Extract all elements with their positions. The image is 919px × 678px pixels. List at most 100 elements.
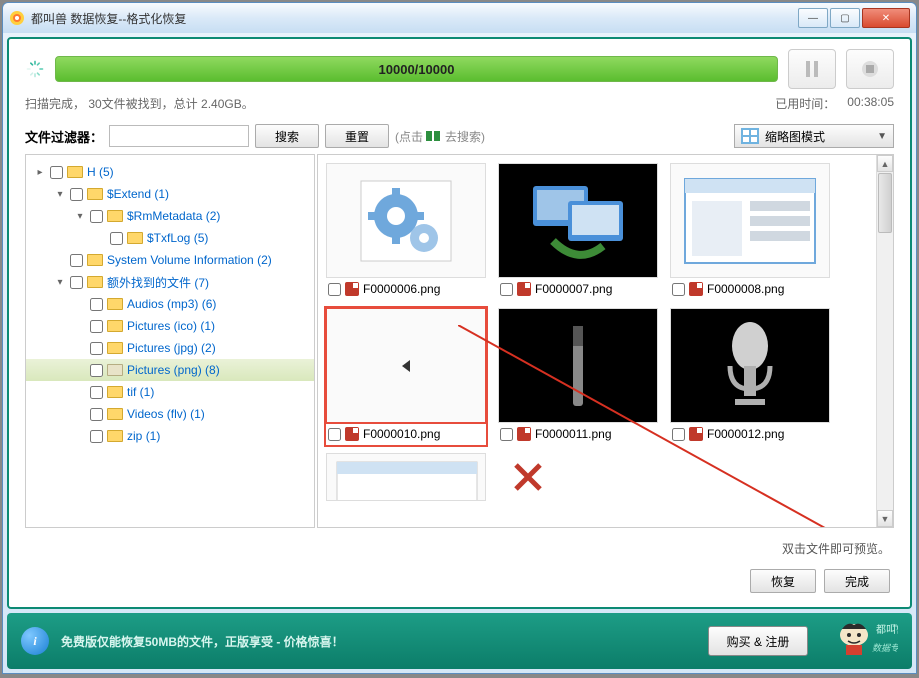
buy-register-button[interactable]: 购买 & 注册	[708, 626, 808, 656]
info-icon: i	[21, 627, 49, 655]
thumbnail-item-partial[interactable]	[326, 453, 486, 501]
tree-item[interactable]: Pictures (ico) (1)	[26, 315, 314, 337]
thumbnail-item[interactable]: F0000007.png	[498, 163, 658, 300]
footer-text: 免费版仅能恢复50MB的文件，正版享受 - 价格惊喜！	[61, 633, 344, 650]
tree-label: $TxfLog (5)	[147, 231, 208, 245]
tree-checkbox[interactable]	[90, 430, 103, 443]
done-button[interactable]: 完成	[824, 569, 890, 593]
folder-tree[interactable]: ▸H (5)▾$Extend (1)▾$RmMetadata (2) $TxfLo…	[25, 154, 315, 528]
tree-label: Pictures (jpg) (2)	[127, 341, 216, 355]
scan-status-text: 扫描完成， 30文件被找到，总计 2.40GB。	[25, 95, 254, 112]
thumbnail-item[interactable]: F0000012.png	[670, 308, 830, 445]
tree-item[interactable]: ▾$RmMetadata (2)	[26, 205, 314, 227]
folder-icon	[107, 364, 123, 376]
tree-checkbox[interactable]	[90, 364, 103, 377]
tree-checkbox[interactable]	[70, 188, 83, 201]
spinner-icon	[25, 59, 45, 79]
thumbnail-preview[interactable]	[498, 308, 658, 423]
thumbnail-item[interactable]: F0000008.png	[670, 163, 830, 300]
folder-icon	[107, 210, 123, 222]
thumbnail-preview[interactable]	[670, 163, 830, 278]
elapsed-label: 已用时间：	[775, 95, 835, 112]
folder-icon	[127, 232, 143, 244]
tree-item[interactable]: Videos (flv) (1)	[26, 403, 314, 425]
progress-bar: 10000/10000	[55, 56, 778, 82]
tree-checkbox[interactable]	[70, 254, 83, 267]
view-mode-dropdown[interactable]: 缩略图模式 ▼	[734, 124, 894, 148]
reset-button[interactable]: 重置	[325, 124, 389, 148]
main-area: ▸H (5)▾$Extend (1)▾$RmMetadata (2) $TxfLo…	[25, 154, 894, 528]
tree-checkbox[interactable]	[50, 166, 63, 179]
scroll-up-button[interactable]: ▲	[877, 155, 893, 172]
tree-checkbox[interactable]	[90, 210, 103, 223]
search-button[interactable]: 搜索	[255, 124, 319, 148]
tree-item[interactable]: $TxfLog (5)	[26, 227, 314, 249]
thumbnail-preview[interactable]	[326, 163, 486, 278]
tree-item[interactable]: Pictures (png) (8)	[26, 359, 314, 381]
tree-item[interactable]: tif (1)	[26, 381, 314, 403]
pause-button[interactable]	[788, 49, 836, 89]
thumbnail-preview[interactable]	[670, 308, 830, 423]
recover-button[interactable]: 恢复	[750, 569, 816, 593]
search-hint: (点击 去搜索)	[395, 128, 485, 145]
tree-checkbox[interactable]	[90, 298, 103, 311]
thumbnail-checkbox[interactable]	[500, 428, 513, 441]
tree-checkbox[interactable]	[70, 276, 83, 289]
thumbnail-label-row: F0000011.png	[498, 423, 658, 445]
scrollbar[interactable]: ▲ ▼	[876, 155, 893, 527]
close-button[interactable]: ✕	[862, 8, 910, 28]
minimize-button[interactable]: —	[798, 8, 828, 28]
expand-toggle[interactable]: ▾	[54, 277, 66, 288]
tree-checkbox[interactable]	[90, 386, 103, 399]
tree-label: 额外找到的文件 (7)	[107, 274, 209, 291]
brand-mascot: 都叫兽 ™ 数据专家	[828, 619, 898, 663]
maximize-button[interactable]: ▢	[830, 8, 860, 28]
file-icon	[517, 282, 531, 296]
expand-toggle[interactable]: ▸	[34, 167, 46, 178]
tree-item[interactable]: System Volume Information (2)	[26, 249, 314, 271]
thumbnail-filename: F0000006.png	[363, 282, 440, 296]
thumbnail-checkbox[interactable]	[672, 428, 685, 441]
scroll-down-button[interactable]: ▼	[877, 510, 893, 527]
thumbnail-item[interactable]: F0000006.png	[326, 163, 486, 300]
tree-label: Pictures (png) (8)	[127, 363, 220, 377]
thumbnail-checkbox[interactable]	[672, 283, 685, 296]
progress-row: 10000/10000	[25, 49, 894, 89]
progress-text: 10000/10000	[379, 62, 455, 77]
thumbnail-item[interactable]: F0000011.png	[498, 308, 658, 445]
tree-item[interactable]: ▾ 额外找到的文件 (7)	[26, 271, 314, 293]
file-icon	[689, 282, 703, 296]
tree-label: System Volume Information (2)	[107, 253, 272, 267]
scroll-thumb[interactable]	[878, 173, 892, 233]
tree-checkbox[interactable]	[110, 232, 123, 245]
thumbnail-preview[interactable]	[326, 308, 486, 423]
bottom-buttons: 恢复 完成	[9, 561, 910, 607]
tree-item[interactable]: Pictures (jpg) (2)	[26, 337, 314, 359]
svg-text:数据专家: 数据专家	[872, 643, 898, 653]
expand-toggle[interactable]: ▾	[54, 189, 66, 200]
expand-toggle[interactable]: ▾	[74, 211, 86, 222]
tree-item[interactable]: ▸H (5)	[26, 161, 314, 183]
tree-item[interactable]: Audios (mp3) (6)	[26, 293, 314, 315]
battery-icon	[426, 130, 442, 142]
tree-checkbox[interactable]	[90, 342, 103, 355]
thumbnail-checkbox[interactable]	[500, 283, 513, 296]
thumbnail-checkbox[interactable]	[328, 428, 341, 441]
double-click-hint: 双击文件即可预览。	[9, 536, 910, 561]
thumbnail-preview[interactable]	[498, 163, 658, 278]
tree-item[interactable]: zip (1)	[26, 425, 314, 447]
thumbnail-checkbox[interactable]	[328, 283, 341, 296]
svg-text:™: ™	[890, 624, 897, 631]
tree-checkbox[interactable]	[90, 408, 103, 421]
thumbnail-filename: F0000007.png	[535, 282, 612, 296]
tree-label: Audios (mp3) (6)	[127, 297, 216, 311]
filter-input[interactable]	[109, 125, 249, 147]
thumbnail-item-partial[interactable]	[498, 453, 558, 501]
tree-label: Videos (flv) (1)	[127, 407, 205, 421]
tree-label: Pictures (ico) (1)	[127, 319, 215, 333]
thumbnail-item[interactable]: F0000010.png	[326, 308, 486, 445]
footer-bar: i 免费版仅能恢复50MB的文件，正版享受 - 价格惊喜！ 购买 & 注册 都叫…	[7, 613, 912, 669]
stop-button[interactable]	[846, 49, 894, 89]
tree-checkbox[interactable]	[90, 320, 103, 333]
tree-item[interactable]: ▾$Extend (1)	[26, 183, 314, 205]
